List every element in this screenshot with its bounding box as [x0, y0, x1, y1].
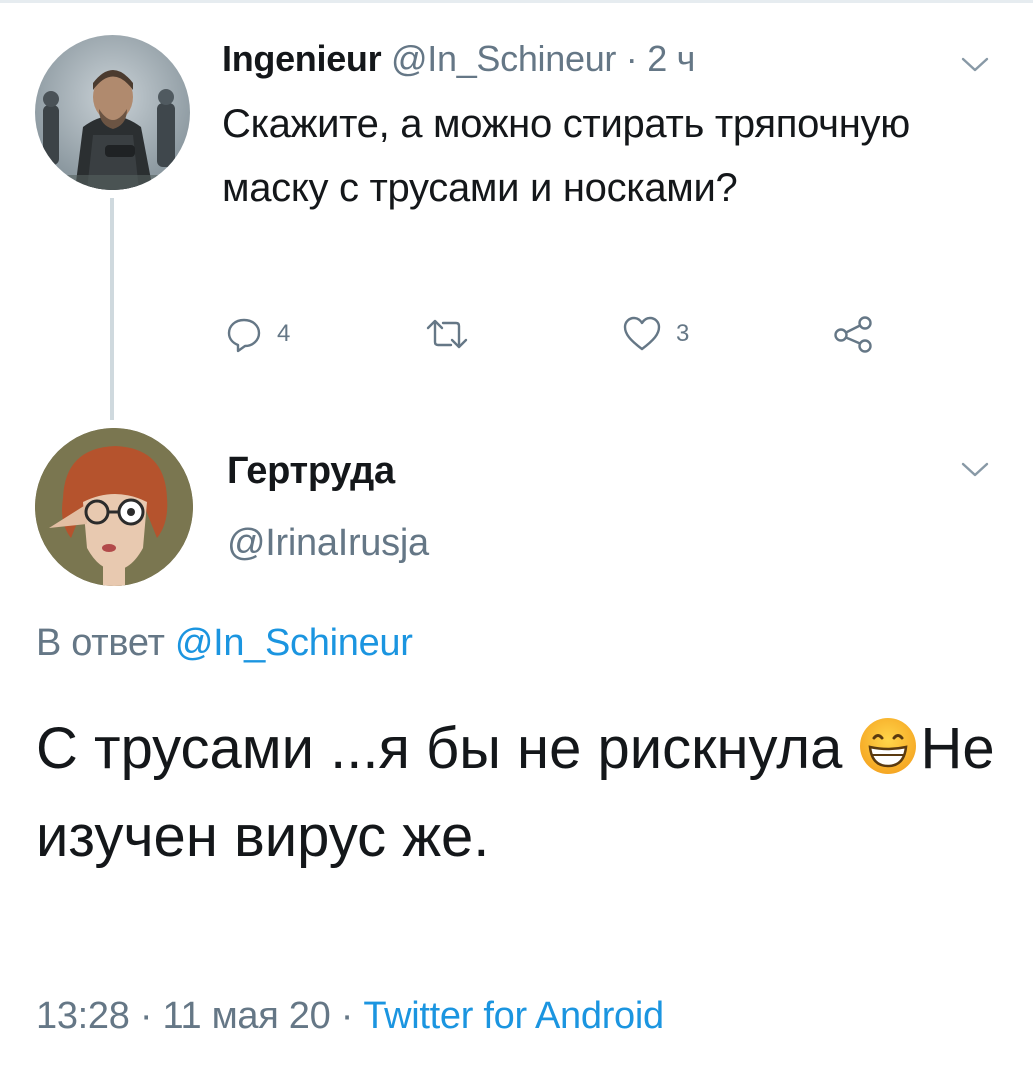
- retweet-button[interactable]: [425, 312, 483, 356]
- reply-author-handle[interactable]: @IrinaIrusja: [227, 522, 429, 565]
- reply-count: 4: [277, 320, 291, 347]
- thread-connector-line: [110, 198, 114, 420]
- like-count: 3: [676, 320, 690, 347]
- replying-to-prefix: В ответ: [36, 622, 175, 664]
- reply-author-name[interactable]: Гертруда: [227, 450, 395, 493]
- like-icon: [622, 315, 662, 353]
- parent-tweet-time[interactable]: 2 ч: [647, 38, 695, 79]
- parent-author-name[interactable]: Ingenieur: [222, 38, 382, 79]
- reply-author-avatar[interactable]: [35, 428, 193, 586]
- reply-tweet-time: 13:28: [36, 995, 130, 1037]
- reply-tweet-text: С трусами ...я бы не рискнула Не изучен …: [36, 705, 996, 881]
- replying-to-line: В ответ @In_Schineur: [36, 622, 413, 665]
- replying-to-handle-link[interactable]: @In_Schineur: [175, 622, 413, 664]
- parent-author-avatar[interactable]: [35, 35, 190, 190]
- meta-separator: ·: [330, 995, 364, 1037]
- parent-author-handle[interactable]: @In_Schineur: [391, 38, 616, 79]
- parent-tweet-text: Скажите, а можно стирать тряпочную маску…: [222, 102, 910, 210]
- share-icon: [832, 314, 876, 354]
- chevron-down-icon[interactable]: [960, 55, 990, 75]
- header-separator: ·: [616, 38, 648, 79]
- grinning-face-emoji-icon: [858, 716, 918, 776]
- meta-separator: ·: [129, 995, 163, 1037]
- retweet-icon: [425, 315, 469, 353]
- chevron-down-icon[interactable]: [960, 460, 990, 480]
- reply-tweet-date: 11 мая 20: [162, 995, 331, 1037]
- parent-tweet-header: Ingenieur @In_Schineur · 2 ч: [222, 38, 695, 80]
- reply-text-part1: С трусами ...я бы не рискнула: [36, 716, 859, 781]
- reply-tweet-meta: 13:28 · 11 мая 20 · Twitter for Android: [36, 995, 664, 1038]
- tweet-source-link[interactable]: Twitter for Android: [363, 995, 664, 1037]
- reply-icon: [225, 315, 263, 353]
- share-button[interactable]: [832, 312, 876, 356]
- parent-tweet: Ingenieur @In_Schineur · 2 ч Скажите, а …: [0, 0, 1033, 420]
- reply-button[interactable]: 4: [225, 312, 290, 356]
- like-button[interactable]: 3: [622, 312, 689, 356]
